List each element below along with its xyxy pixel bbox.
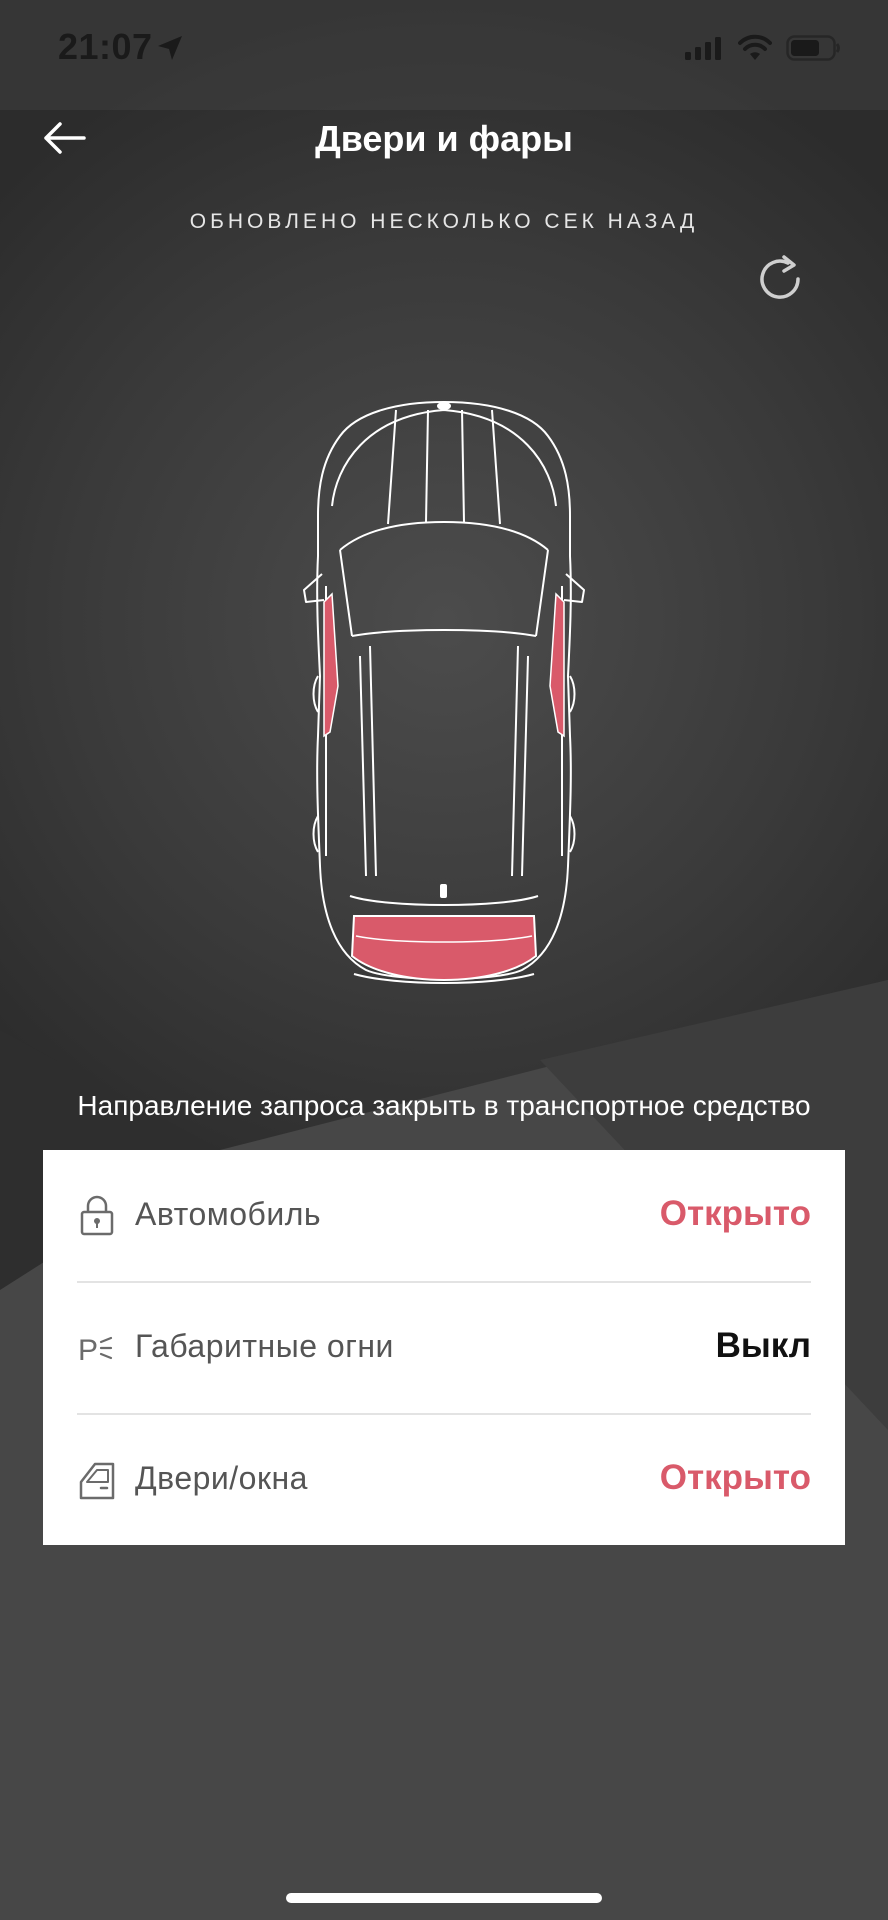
wifi-icon [738, 34, 772, 60]
refresh-icon[interactable] [754, 253, 806, 305]
row-value-doors-windows: Открыто [659, 1458, 811, 1497]
battery-icon [786, 35, 840, 61]
status-card: Автомобиль Открыто P Габаритные огни Вык… [43, 1150, 845, 1545]
row-label-doors-windows: Двери/окна [135, 1460, 308, 1496]
page-title: Двери и фары [315, 118, 573, 159]
front-left-door-open [323, 592, 339, 738]
lock-icon [80, 1195, 114, 1236]
car-door-icon [79, 1462, 115, 1500]
car-top-view [303, 401, 585, 984]
row-value-parking-lights: Выкл [715, 1326, 811, 1365]
location-arrow-icon [158, 36, 182, 60]
last-updated-text: ОБНОВЛЕНО НЕСКОЛЬКО СЕК НАЗАД [189, 210, 699, 233]
status-row-doors-windows: Двери/окна Открыто [77, 1414, 811, 1546]
home-indicator[interactable] [286, 1893, 602, 1903]
svg-text:P: P [78, 1334, 98, 1367]
status-time: 21:07 [58, 26, 153, 67]
row-label-vehicle: Автомобиль [135, 1196, 322, 1232]
status-bar: 21:07 [0, 0, 888, 100]
row-label-parking-lights: Габаритные огни [135, 1328, 394, 1364]
lock-request-text: Направление запроса закрыть в транспортн… [77, 1090, 811, 1121]
row-value-vehicle: Открыто [659, 1194, 811, 1233]
status-row-vehicle: Автомобиль Открыто [77, 1150, 811, 1282]
status-row-parking-lights: P Габаритные огни Выкл [77, 1282, 811, 1414]
parking-lights-icon: P [78, 1334, 113, 1367]
trunk-open [350, 914, 538, 981]
cellular-signal-icon [685, 37, 721, 60]
front-right-door-open [549, 592, 565, 738]
